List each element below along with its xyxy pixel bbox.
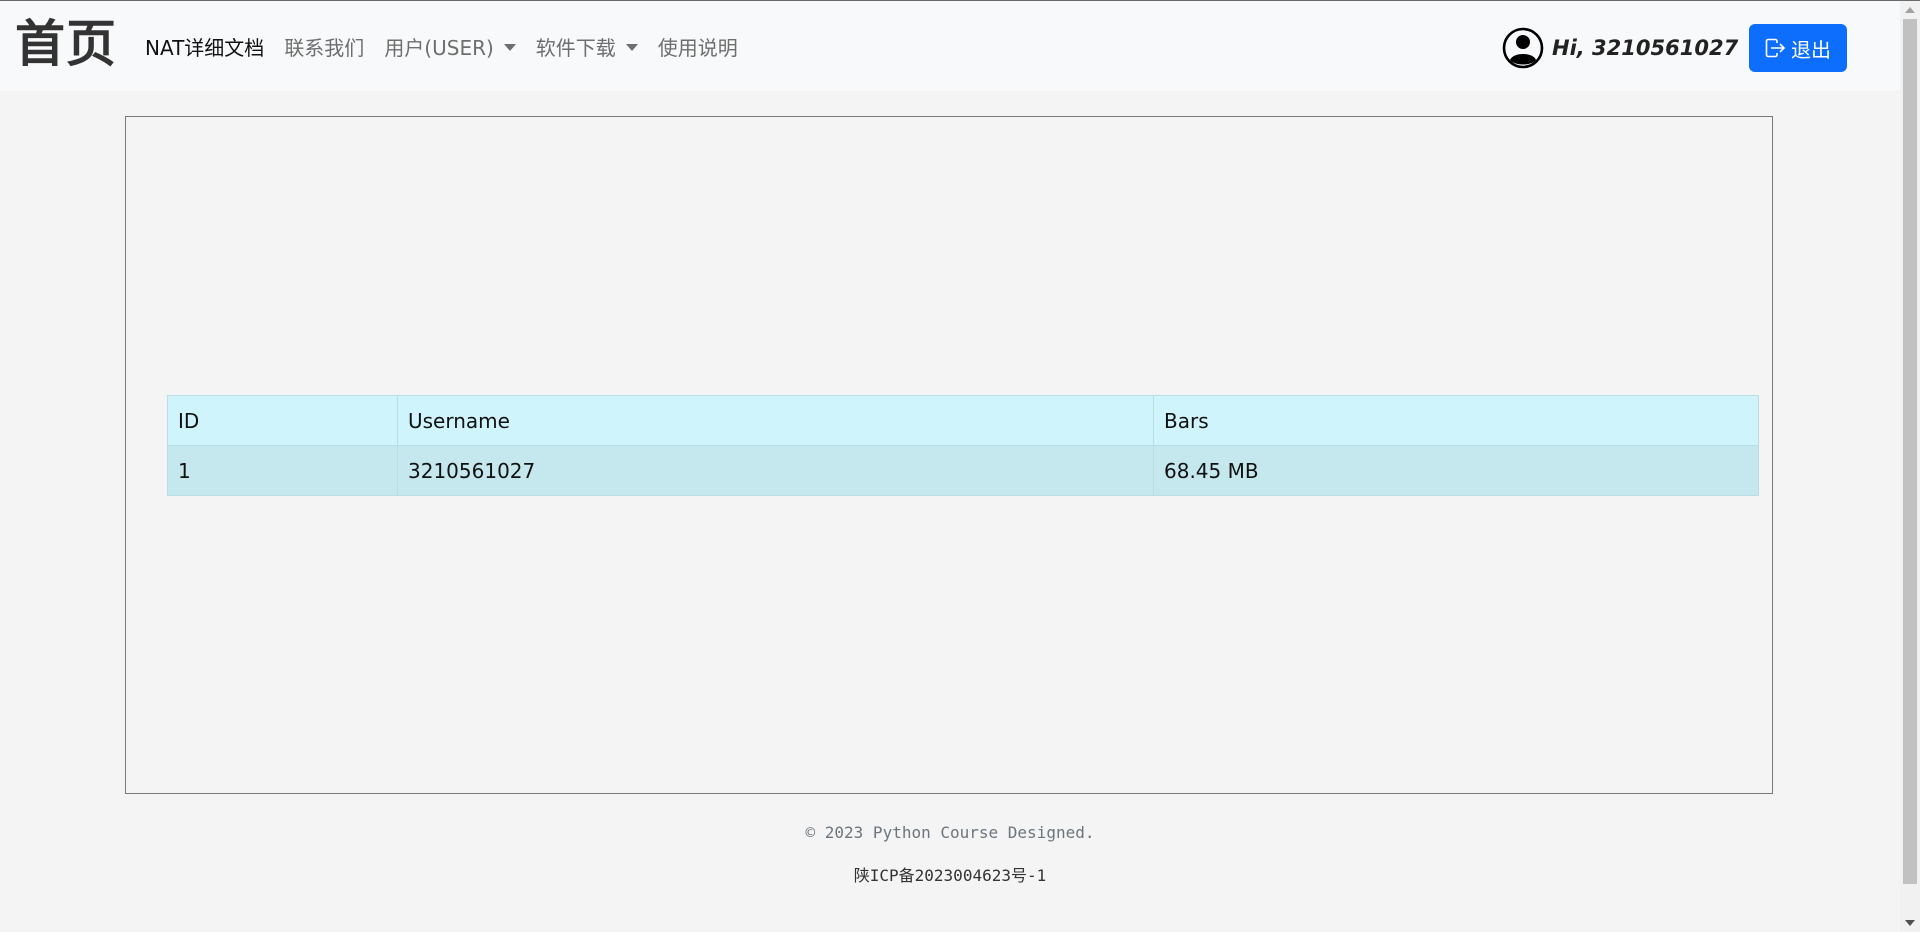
nav-dropdown-user[interactable]: 用户(USER) bbox=[384, 32, 516, 61]
logout-button[interactable]: 退出 bbox=[1749, 24, 1847, 72]
brand-home-link[interactable]: 首页 bbox=[15, 13, 117, 75]
nav-link-label: NAT详细文档 bbox=[145, 35, 265, 60]
footer-icp-link[interactable]: 陕ICP备2023004623号-1 bbox=[0, 862, 1900, 886]
table-cell-id: 1 bbox=[167, 445, 398, 496]
footer-copyright: © 2023 Python Course Designed. bbox=[805, 823, 1095, 842]
table-header-row: ID Username Bars bbox=[167, 395, 1759, 446]
main-content-box: ID Username Bars 1 3210561027 68.45 MB bbox=[125, 116, 1773, 794]
table-cell-bars: 68.45 MB bbox=[1153, 445, 1759, 496]
vertical-scrollbar[interactable] bbox=[1900, 1, 1920, 932]
table-header-bars: Bars bbox=[1153, 395, 1759, 446]
table-row: 1 3210561027 68.45 MB bbox=[167, 445, 1759, 496]
nav-dropdown-download[interactable]: 软件下载 bbox=[536, 32, 638, 61]
scroll-down-arrow-icon[interactable] bbox=[1905, 920, 1915, 926]
nav-link-label: 联系我们 bbox=[284, 35, 365, 60]
nav-link-nat-docs[interactable]: NAT详细文档 bbox=[145, 32, 264, 61]
nav-link-contact[interactable]: 联系我们 bbox=[284, 32, 364, 61]
nav-link-instructions[interactable]: 使用说明 bbox=[658, 32, 738, 61]
page: 首页 NAT详细文档 联系我们 用户(USER) 软件下载 使用说明 Hi, 3… bbox=[0, 0, 1920, 932]
nav-link-label: 软件下载 bbox=[535, 35, 616, 60]
scroll-up-arrow-icon[interactable] bbox=[1905, 7, 1915, 13]
scroll-thumb[interactable] bbox=[1903, 19, 1917, 884]
nav-link-label: 用户(USER) bbox=[384, 35, 494, 60]
usage-table: ID Username Bars 1 3210561027 68.45 MB bbox=[167, 395, 1759, 496]
nav-link-label: 使用说明 bbox=[657, 35, 738, 60]
caret-down-icon bbox=[503, 43, 516, 51]
user-info: Hi, 3210561027 bbox=[1502, 27, 1738, 69]
nav-links: NAT详细文档 联系我们 用户(USER) 软件下载 使用说明 bbox=[145, 30, 758, 62]
navbar: 首页 NAT详细文档 联系我们 用户(USER) 软件下载 使用说明 Hi, 3… bbox=[0, 1, 1900, 91]
table-header-username: Username bbox=[397, 395, 1154, 446]
user-greeting: Hi, 3210561027 bbox=[1552, 36, 1739, 60]
caret-down-icon bbox=[625, 43, 638, 51]
person-circle-icon bbox=[1502, 27, 1544, 69]
box-arrow-right-icon bbox=[1765, 38, 1787, 58]
logout-label: 退出 bbox=[1791, 37, 1831, 62]
table-header-id: ID bbox=[167, 395, 398, 446]
table-cell-username: 3210561027 bbox=[397, 445, 1154, 496]
